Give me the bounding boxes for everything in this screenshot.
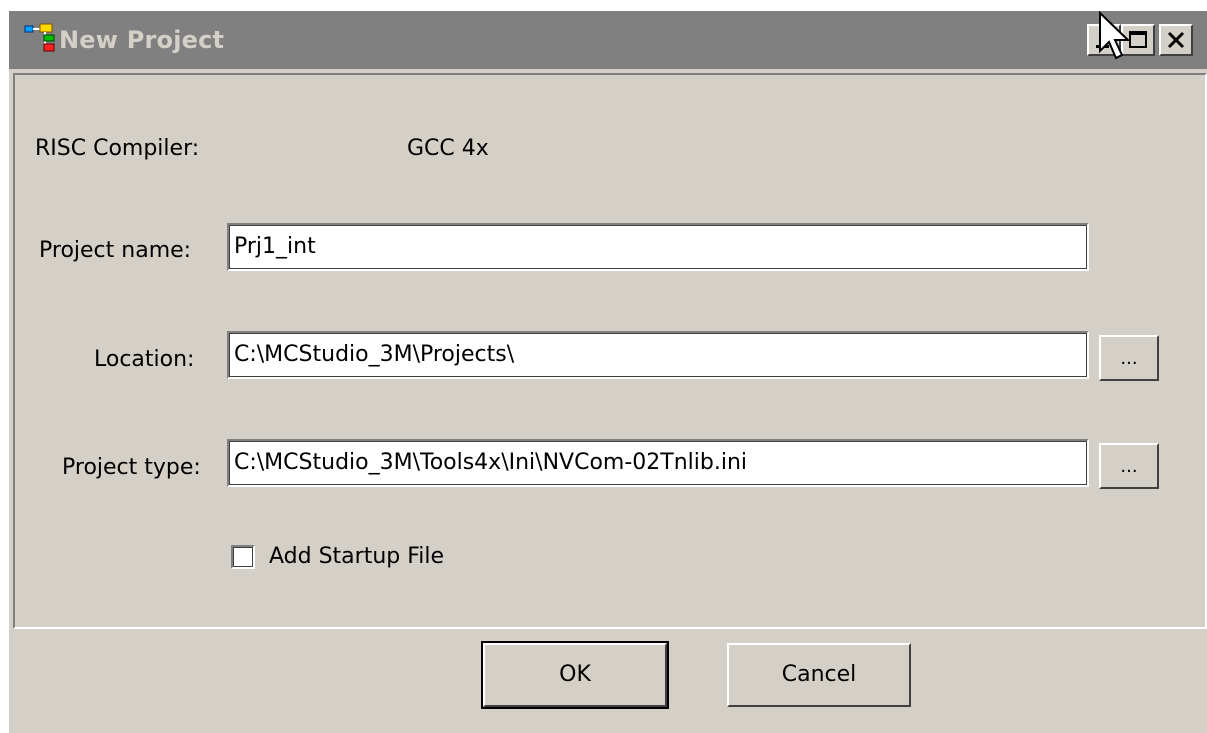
project-name-field[interactable]: Prj1_int [227,223,1089,271]
close-button[interactable] [1159,24,1193,56]
close-icon [1167,31,1185,49]
project-type-label: Project type: [62,455,201,480]
project-type-field[interactable]: C:\MCStudio_3M\Tools4x\Ini\NVCom-02Tnlib… [227,439,1089,487]
startup-file-checkbox[interactable] [231,545,255,569]
compiler-label: RISC Compiler: [35,136,200,161]
new-project-dialog: New Project RISC Compiler: GCC 4x Projec… [8,10,1207,733]
project-type-browse-button[interactable]: ... [1099,443,1159,489]
window-title: New Project [59,26,225,54]
title-bar[interactable]: New Project [9,11,1207,69]
ok-button[interactable]: OK [481,641,669,709]
location-field[interactable]: C:\MCStudio_3M\Projects\ [227,331,1089,379]
project-tree-icon [23,23,63,57]
mouse-pointer-icon [1097,10,1133,65]
startup-file-label[interactable]: Add Startup File [269,543,444,571]
cancel-button[interactable]: Cancel [727,643,911,707]
location-browse-button[interactable]: ... [1099,335,1159,381]
location-label: Location: [94,347,195,372]
project-name-label: Project name: [39,238,192,263]
compiler-value: GCC 4x [407,136,489,161]
